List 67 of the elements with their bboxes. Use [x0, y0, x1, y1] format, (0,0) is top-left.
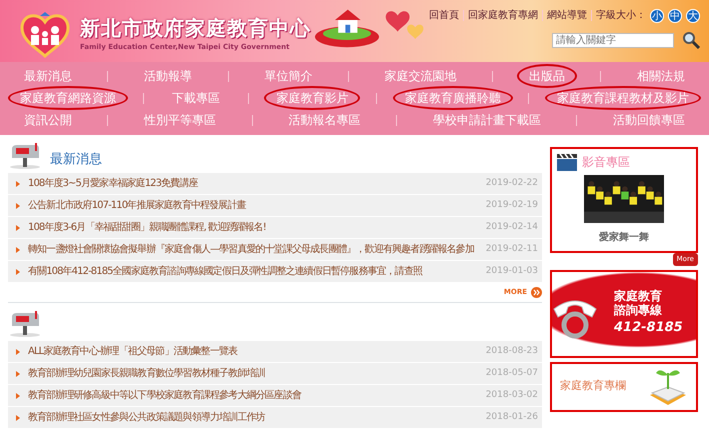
font-size-button[interactable]: 小 [650, 8, 664, 22]
mailbox-icon [8, 311, 42, 337]
hotline-number: 412-8185 [614, 318, 683, 337]
news-link[interactable]: 108年度3~5月愛家幸福家庭123免費講座 [28, 176, 198, 191]
hotline-banner[interactable]: 家庭教育 諮詢專線 412-8185 [550, 270, 698, 358]
nav-link[interactable]: 最新消息 [12, 64, 84, 88]
bullet-icon [16, 414, 20, 420]
news-link[interactable]: 教育部辦理研修高級中等以下學校家庭教育課程參考大綱分區座談會 [28, 388, 302, 403]
hotline-text: 家庭教育 [614, 290, 663, 304]
news-date: 2019-02-14 [486, 220, 538, 234]
bullet-icon [16, 370, 20, 376]
font-size-button[interactable]: 中 [668, 8, 682, 22]
bullet-icon [16, 180, 20, 186]
video-caption: 愛家舞一舞 [599, 232, 649, 243]
mailbox-icon [8, 143, 42, 169]
clapperboard-icon [556, 153, 578, 171]
panel-title: 影音專區 [582, 154, 630, 171]
bullet-icon [16, 392, 20, 398]
bullet-icon [16, 268, 20, 274]
nav-link[interactable]: 活動報導 [132, 64, 204, 88]
news-date: 2019-01-03 [486, 264, 538, 278]
bullet-icon [16, 224, 20, 230]
nav-link[interactable]: 下載專區 [160, 86, 232, 110]
nav-link[interactable]: 家庭教育廣播聆聽 [392, 86, 513, 110]
news-date: 2019-02-22 [486, 176, 538, 190]
news-link[interactable]: 教育部辦理幼兒園家長親職教育數位學習教材種子教師培訓 [28, 366, 265, 381]
news-date: 2018-05-07 [486, 366, 538, 380]
news-date: 2018-01-26 [486, 410, 538, 424]
bullet-icon [16, 202, 20, 208]
news-date: 2019-02-19 [486, 198, 538, 212]
nav-link[interactable]: 性別平等專區 [132, 108, 228, 132]
nav-link[interactable]: 活動回饋專區 [601, 108, 698, 132]
nav-link[interactable]: 家庭交流園地 [372, 64, 469, 88]
double-arrow-icon[interactable] [531, 287, 542, 298]
nav-link[interactable]: 家庭教育課程教材及影片 [545, 86, 702, 110]
nav-link[interactable]: 家庭教育網路資源 [8, 86, 128, 110]
site-title: 新北市政府家庭教育中心 [80, 18, 311, 38]
search-icon[interactable] [682, 31, 700, 49]
news-link[interactable]: 公告新北市政府107-110年推展家庭教育中程發展計畫 [28, 198, 246, 213]
nav-link[interactable]: 單位簡介 [252, 64, 324, 88]
nav-link[interactable]: 出版品 [516, 64, 577, 88]
search-field[interactable]: 請輸入關鍵字 [552, 32, 674, 48]
news-date: 2018-08-23 [486, 344, 538, 358]
top-link[interactable]: 網站導覽 [547, 8, 587, 23]
news-link[interactable]: 轉知一盞燈社會關懷協會擬舉辦『家庭會傷人—學習真愛的十堂課父母成長團體』，歡迎有興趣者踴躍報名參加 [28, 242, 474, 257]
nav-link[interactable]: 資訊公開 [12, 108, 84, 132]
font-size-label: 字級大小： [596, 8, 646, 23]
news-link[interactable]: 有關108年412-8185全國家庭教育諮詢專線國定假日及彈性調整之連續假日暫停服務事宜，請查照 [28, 264, 422, 279]
nav-link[interactable]: 相關法規 [625, 64, 698, 88]
nav-link[interactable]: 學校申請計畫下載區 [420, 108, 553, 132]
nav-link[interactable]: 家庭教育影片 [264, 86, 360, 110]
section-title: 最新消息 [50, 150, 102, 168]
news-date: 2018-03-02 [486, 388, 538, 402]
logo-icon [18, 12, 72, 58]
bullet-icon [16, 246, 20, 252]
hotline-text: 諮詢專線 [614, 304, 663, 318]
font-size-button[interactable]: 大 [686, 8, 700, 22]
news-link[interactable]: ALL家庭教育中心-辦理「祖父母節」活動彙整一覽表 [28, 344, 238, 359]
column-banner[interactable]: 家庭教育專欄 [550, 362, 698, 412]
top-link[interactable]: 回首頁 [429, 8, 459, 23]
news-date: 2019-02-11 [486, 242, 538, 256]
bullet-icon [16, 348, 20, 354]
banner-title: 家庭教育專欄 [560, 378, 626, 394]
news-link[interactable]: 108年度3-6月「幸福甜甜圈」親職團體課程, 歡迎踴躍報名! [28, 220, 266, 235]
nav-link[interactable]: 活動報名專區 [276, 108, 372, 132]
news-link[interactable]: 教育部辦理社區女性參與公共政策議題與領導力培訓工作坊 [28, 410, 265, 425]
top-link[interactable]: 回家庭教育專網 [468, 8, 538, 23]
